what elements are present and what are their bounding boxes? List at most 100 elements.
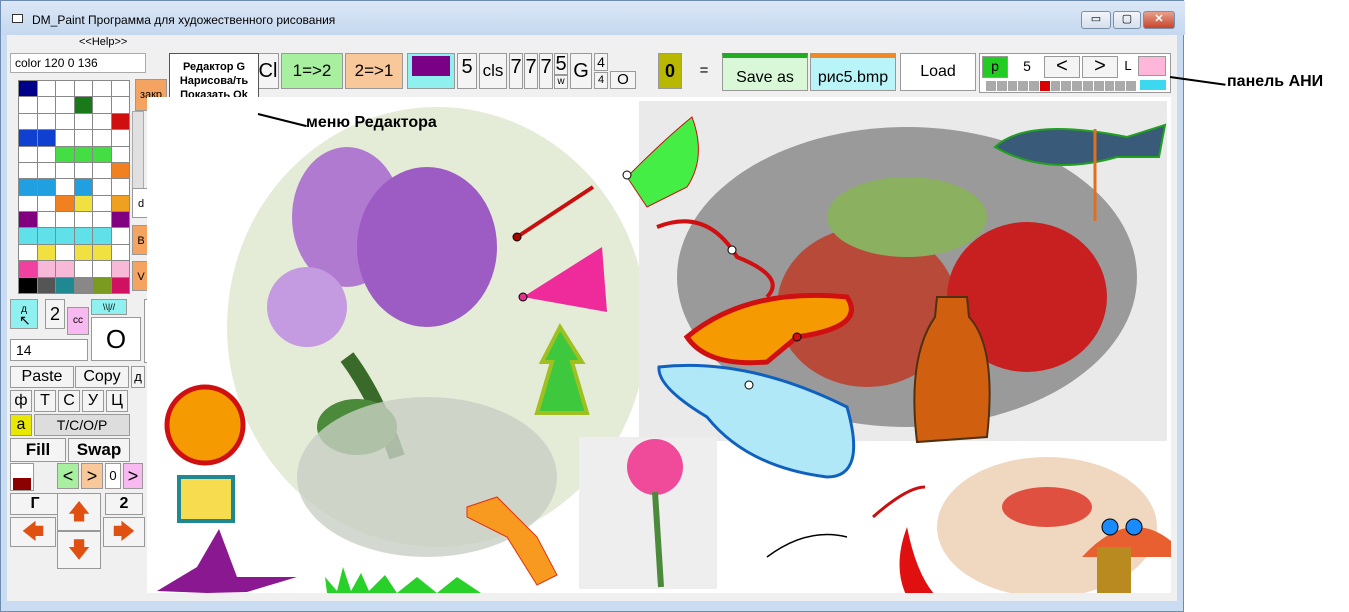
swap-button[interactable]: Swap — [68, 438, 130, 462]
palette-swatch[interactable] — [37, 146, 55, 162]
palette-swatch[interactable] — [93, 81, 111, 97]
palette-swatch[interactable] — [19, 277, 37, 293]
digit-button-4[interactable]: 5 — [554, 53, 568, 75]
palette-swatch[interactable] — [74, 228, 92, 244]
two-to-one-button[interactable]: 2=>1 — [345, 53, 403, 89]
palette-swatch[interactable] — [56, 244, 74, 261]
ts-button[interactable]: Ц — [106, 390, 128, 412]
palette-swatch[interactable] — [56, 113, 74, 130]
palette-swatch[interactable] — [37, 261, 55, 277]
load-button[interactable]: Load — [900, 53, 976, 91]
gt2-button[interactable]: > — [123, 463, 143, 489]
editor-menu-item[interactable]: Редактор G — [170, 60, 258, 74]
palette-swatch[interactable] — [74, 81, 92, 97]
left-arrow-button[interactable]: 🡄 — [10, 517, 56, 547]
right-arrow-button[interactable]: 🡆 — [103, 517, 145, 547]
palette-swatch[interactable] — [37, 179, 55, 195]
f-button[interactable]: ф — [10, 390, 32, 412]
save-as-button[interactable]: Save as — [722, 53, 808, 91]
s-button[interactable]: С — [58, 390, 80, 412]
lt-button[interactable]: < — [57, 463, 79, 489]
palette-swatch[interactable] — [111, 97, 129, 113]
palette-swatch[interactable] — [93, 212, 111, 228]
cc-button[interactable]: cc — [67, 307, 89, 335]
digit-button-2[interactable]: 7 — [524, 53, 538, 89]
palette-swatch[interactable] — [74, 130, 92, 146]
palette-swatch[interactable] — [111, 228, 129, 244]
n5-button[interactable]: 5 — [457, 53, 477, 89]
fg-color-swatch[interactable] — [10, 463, 34, 491]
tcor-button[interactable]: Т/С/О/Р — [34, 414, 130, 436]
palette-swatch[interactable] — [37, 113, 55, 130]
palette-swatch[interactable] — [93, 277, 111, 293]
palette-swatch[interactable] — [93, 179, 111, 195]
up-arrow-button[interactable]: 🡅 — [57, 493, 101, 531]
palette-swatch[interactable] — [74, 113, 92, 130]
cls-button[interactable]: cls — [479, 53, 507, 89]
palette-swatch[interactable] — [111, 130, 129, 146]
pen-tool-button[interactable]: д ↖ — [10, 299, 38, 329]
palette-swatch[interactable] — [93, 97, 111, 113]
palette-swatch[interactable] — [37, 130, 55, 146]
g-button[interactable]: G — [570, 53, 592, 89]
ani-frame-strip[interactable] — [986, 81, 1136, 91]
palette-swatch[interactable] — [19, 179, 37, 195]
palette-swatch[interactable] — [74, 261, 92, 277]
palette-swatch[interactable] — [74, 195, 92, 212]
palette-swatch[interactable] — [19, 97, 37, 113]
palette-swatch[interactable] — [19, 195, 37, 212]
palette-swatch[interactable] — [93, 228, 111, 244]
gt-button[interactable]: > — [81, 463, 103, 489]
digit-button-3[interactable]: 7 — [539, 53, 553, 89]
size-field[interactable]: 14 — [10, 339, 88, 361]
palette-swatch[interactable] — [74, 146, 92, 162]
down-arrow-button[interactable]: 🡇 — [57, 531, 101, 569]
palette-swatch[interactable] — [56, 130, 74, 146]
palette-swatch[interactable] — [93, 113, 111, 130]
ani-count-field[interactable]: 5 — [1012, 56, 1042, 78]
palette-swatch[interactable] — [56, 228, 74, 244]
palette-swatch[interactable] — [93, 244, 111, 261]
palette-swatch[interactable] — [19, 244, 37, 261]
palette-swatch[interactable] — [74, 97, 92, 113]
palette-swatch[interactable] — [37, 81, 55, 97]
palette-swatch[interactable] — [93, 146, 111, 162]
ani-prev-button[interactable]: < — [1044, 56, 1080, 78]
help-menu[interactable]: <<Help>> — [79, 35, 127, 49]
one-to-two-button[interactable]: 1=>2 — [281, 53, 343, 89]
palette-swatch[interactable] — [74, 212, 92, 228]
w-button[interactable]: w — [554, 75, 568, 89]
palette-swatch[interactable] — [19, 130, 37, 146]
palette-swatch[interactable] — [111, 162, 129, 179]
palette-swatch[interactable] — [19, 212, 37, 228]
palette-swatch[interactable] — [37, 162, 55, 179]
d-small-button[interactable]: д — [131, 366, 145, 388]
palette-swatch[interactable] — [74, 162, 92, 179]
digit-button-1[interactable]: 7 — [509, 53, 523, 89]
palette-swatch[interactable] — [37, 97, 55, 113]
two-button[interactable]: 2 — [45, 299, 65, 329]
palette-swatch[interactable] — [74, 179, 92, 195]
palette-swatch[interactable] — [19, 146, 37, 162]
palette-swatch[interactable] — [111, 81, 129, 97]
two-b-button[interactable]: 2 — [105, 493, 143, 515]
palette-swatch[interactable] — [19, 81, 37, 97]
palette-swatch[interactable] — [111, 146, 129, 162]
zero-button[interactable]: 0 — [658, 53, 682, 89]
ani-p-button[interactable]: p — [982, 56, 1008, 78]
minimize-button[interactable]: ▭ — [1081, 11, 1111, 29]
frac-bottom-button[interactable]: 4 — [594, 72, 608, 89]
palette-swatch[interactable] — [111, 195, 129, 212]
ani-next-button[interactable]: > — [1082, 56, 1118, 78]
zero-counter[interactable]: 0 — [105, 463, 121, 489]
palette-swatch[interactable] — [111, 212, 129, 228]
palette-swatch[interactable] — [19, 113, 37, 130]
palette-swatch[interactable] — [37, 244, 55, 261]
ani-cyan-swatch[interactable] — [1140, 80, 1166, 90]
lines-button[interactable]: \\|// — [91, 299, 127, 315]
palette-swatch[interactable] — [56, 277, 74, 293]
palette-swatch[interactable] — [56, 195, 74, 212]
drawing-canvas[interactable] — [147, 97, 1171, 593]
palette-swatch[interactable] — [111, 277, 129, 293]
palette-swatch[interactable] — [111, 179, 129, 195]
